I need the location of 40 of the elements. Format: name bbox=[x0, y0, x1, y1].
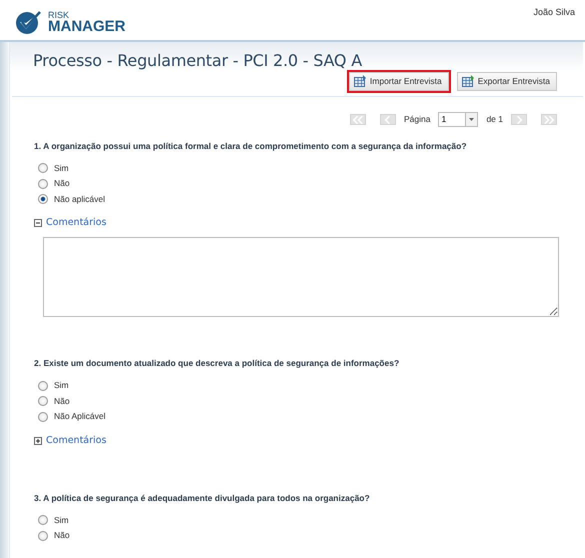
dropdown-button[interactable] bbox=[465, 112, 478, 127]
radio-button[interactable] bbox=[38, 396, 48, 406]
double-chevron-icon bbox=[542, 114, 556, 125]
option-label[interactable]: Sim bbox=[54, 514, 69, 527]
radio-button[interactable] bbox=[38, 412, 48, 422]
page-title: Processo - Regulamentar - PCI 2.0 - SAQ A bbox=[32, 50, 363, 72]
question-text: 1. A organização possui uma política formal e clara de comprometimento com a segurança da informação? bbox=[34, 140, 468, 152]
comment-field[interactable] bbox=[43, 237, 559, 318]
option-label[interactable]: Não aplicável bbox=[54, 192, 106, 206]
radio-button[interactable] bbox=[38, 530, 48, 541]
option-label[interactable]: Sim bbox=[54, 162, 69, 175]
radio-button[interactable] bbox=[38, 515, 48, 526]
collapse-icon[interactable] bbox=[34, 219, 42, 228]
page-field[interactable]: 1 bbox=[438, 112, 466, 127]
comments-link[interactable]: Comentários bbox=[46, 216, 106, 230]
import-button[interactable]: Importar Entrevista bbox=[348, 72, 449, 91]
option-label[interactable]: Não bbox=[54, 177, 70, 190]
radio-button[interactable] bbox=[38, 194, 48, 204]
radio-button[interactable] bbox=[38, 178, 48, 189]
radio-button[interactable] bbox=[38, 163, 48, 174]
option-label[interactable]: Não bbox=[54, 394, 70, 408]
question-text: 2. Existe um documento atualizado que descreva a política de segurança de informações? bbox=[34, 357, 400, 370]
comments-link[interactable]: Comentários bbox=[46, 434, 106, 448]
logo-text: RISK bbox=[48, 10, 70, 20]
radio-button[interactable] bbox=[38, 380, 48, 391]
option-label[interactable]: Não bbox=[54, 529, 70, 542]
logo-icon bbox=[14, 9, 44, 35]
caret-icon bbox=[469, 118, 474, 121]
table-icon bbox=[462, 75, 475, 88]
expand-icon[interactable] bbox=[34, 436, 42, 445]
user-name[interactable]: João Silva bbox=[533, 4, 575, 40]
question-text: 3. A política de segurança é adequadamente divulgada para todos na organização? bbox=[34, 492, 371, 504]
logo-text: MANAGER bbox=[48, 20, 126, 34]
double-chevron-icon bbox=[350, 114, 365, 125]
page-count: de 1 bbox=[486, 112, 503, 126]
export-button[interactable]: Exportar Entrevista bbox=[456, 72, 557, 91]
option-label[interactable]: Sim bbox=[54, 379, 69, 392]
page-label: Página bbox=[404, 112, 430, 126]
table-icon bbox=[354, 75, 367, 88]
option-label[interactable]: Não Aplicável bbox=[54, 410, 106, 424]
